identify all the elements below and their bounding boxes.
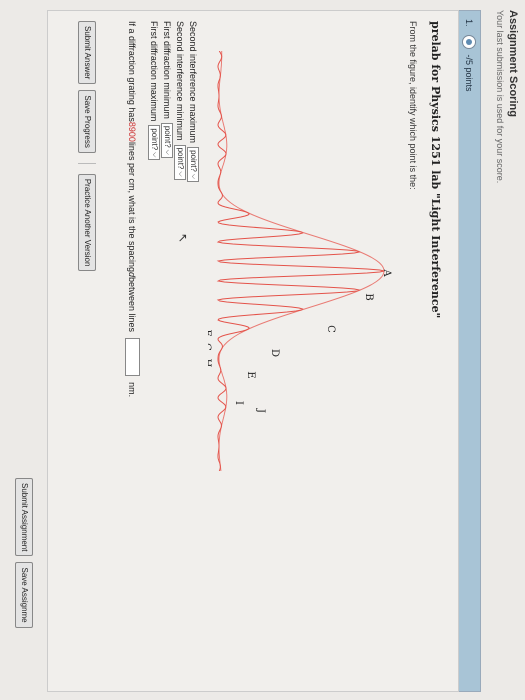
question-panel: prelab for Physics 1251 lab "Light Inter… — [47, 10, 459, 692]
chevron-down-icon: ⌵ — [151, 152, 159, 158]
section-title: Assignment Scoring — [507, 10, 519, 117]
answer-label: First diffraction minimum — [162, 21, 173, 119]
question-points: -/5 points — [464, 54, 474, 92]
point-select[interactable]: point? ⌵ — [148, 125, 161, 161]
spacing-answer-input[interactable] — [125, 338, 140, 377]
answer-row: Second interference minimum point? ⌵ — [174, 21, 187, 182]
chevron-down-icon: ⌵ — [164, 149, 172, 155]
spacing-text-before: If a diffraction grating has — [127, 21, 138, 122]
chevron-down-icon: ⌵ — [190, 173, 198, 180]
divider — [78, 162, 96, 164]
figure-label-g: G — [208, 343, 212, 351]
question-header-bar: 1. -/5 points — [457, 10, 481, 692]
point-select[interactable]: point? ⌵ — [174, 144, 187, 180]
question-title: prelab for Physics 1251 lab "Light Inter… — [429, 21, 442, 319]
answer-label: Second interference maximum — [188, 21, 199, 144]
question-status-icon — [462, 34, 476, 49]
practice-another-version-button[interactable]: Practice Another Version — [78, 173, 96, 272]
point-select-value: point? — [189, 150, 198, 172]
interference-pattern-curve — [216, 51, 385, 471]
answer-label: First diffraction maximum — [149, 21, 160, 122]
assignment-scoring-section: Assignment Scoring Your last submission … — [495, 10, 519, 690]
mouse-cursor-icon: ↖ — [176, 233, 190, 244]
answer-list: Second interference maximum point? ⌵ Seco… — [148, 21, 200, 183]
submit-answer-button[interactable]: Submit Answer — [78, 21, 96, 85]
submit-assignment-button[interactable]: Submit Assignment — [15, 478, 33, 557]
figure-label-c: C — [325, 325, 336, 333]
chevron-down-icon: ⌵ — [177, 171, 185, 177]
figure-label-h: H — [208, 359, 212, 368]
point-select[interactable]: point? ⌵ — [187, 147, 200, 183]
point-select[interactable]: point? ⌵ — [161, 122, 174, 158]
point-select-value: point? — [163, 125, 172, 148]
assignment-actions: Submit Assignment Save Assignme — [15, 478, 33, 628]
point-select-value: point? — [150, 128, 159, 151]
save-progress-button[interactable]: Save Progress — [78, 90, 96, 153]
spacing-unit: nm. — [127, 382, 138, 398]
interference-pattern-figure: A B C D E FGH I J — [208, 51, 392, 471]
rotated-screen: Assignment Scoring Your last submission … — [0, 0, 525, 700]
answer-label: Second interference minimum — [175, 21, 186, 141]
save-assignment-button[interactable]: Save Assignme — [15, 562, 33, 628]
spacing-text-after: lines per cm, what is the spacing — [127, 141, 138, 272]
section-subtitle: Your last submission is used for your sc… — [495, 10, 505, 184]
spacing-question: If a diffraction grating has 8900 lines … — [125, 21, 140, 397]
question-number: 1. — [464, 19, 474, 27]
figure-label-f: F — [208, 330, 212, 337]
figure-label-a: A — [381, 268, 392, 277]
question-actions: Submit Answer Save Progress Practice Ano… — [78, 21, 96, 272]
diffraction-envelope-curve — [218, 51, 385, 471]
spacing-text-after2: between lines — [127, 277, 138, 333]
figure-label-d: D — [269, 349, 280, 357]
point-select-value: point? — [176, 147, 185, 170]
answer-row: First diffraction minimum point? ⌵ — [161, 21, 174, 182]
answer-row: First diffraction maximum point? ⌵ — [148, 21, 161, 182]
question-prompt: From the figure, identify which point is… — [408, 21, 418, 190]
figure-label-b: B — [363, 293, 374, 300]
figure-label-e: E — [245, 371, 256, 378]
lines-per-cm-value: 8900 — [127, 121, 138, 142]
answer-row: Second interference maximum point? ⌵ — [187, 21, 200, 183]
figure-label-i: I — [233, 401, 244, 405]
figure-label-j: J — [255, 408, 266, 413]
